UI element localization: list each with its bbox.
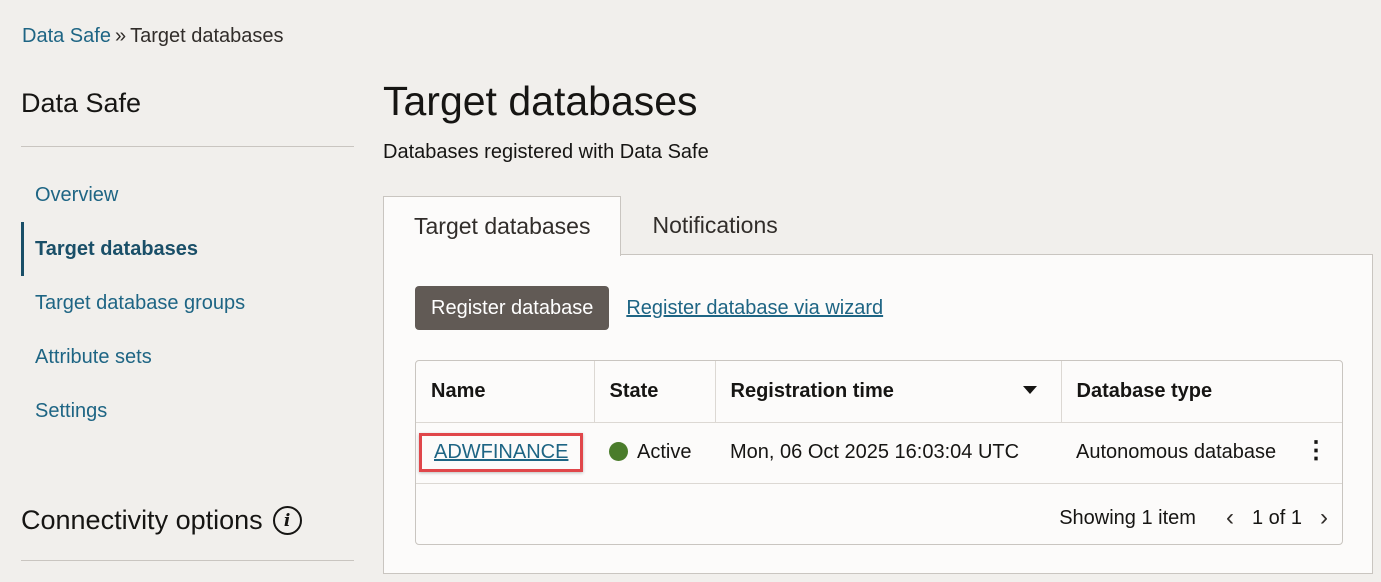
column-header-registration-time[interactable]: Registration time — [715, 361, 1062, 423]
tab-notifications[interactable]: Notifications — [621, 196, 808, 255]
actions-bar: Register database Register database via … — [415, 286, 883, 330]
register-database-wizard-link[interactable]: Register database via wizard — [626, 297, 883, 320]
column-header-database-type[interactable]: Database type — [1061, 361, 1342, 423]
main-content: Target databases Databases registered wi… — [383, 78, 1373, 574]
table-header-row: Name State Registration time Database ty… — [416, 361, 1342, 423]
column-header-registration-time-label: Registration time — [730, 379, 894, 402]
page-subtitle: Databases registered with Data Safe — [383, 141, 709, 163]
sidebar-item-target-database-groups[interactable]: Target database groups — [21, 276, 354, 330]
page-title: Target databases — [383, 78, 698, 124]
status-active-icon — [609, 442, 628, 461]
cell-state: Active — [594, 422, 715, 484]
database-type-label: Autonomous database — [1076, 441, 1277, 463]
target-databases-table: Name State Registration time Database ty… — [415, 360, 1343, 545]
breadcrumb-current: Target databases — [130, 25, 284, 47]
table-row: ADWFINANCE Active Mon, 06 Oct 2025 16:03… — [416, 422, 1342, 484]
sidebar: Data Safe Overview Target databases Targ… — [21, 88, 354, 438]
pagination: Showing 1 item ‹ 1 of 1 › — [1059, 504, 1332, 532]
row-actions-kebab-icon[interactable]: ⋮ — [1304, 439, 1328, 463]
chevron-left-icon[interactable]: ‹ — [1222, 504, 1238, 532]
sidebar-nav: Overview Target databases Target databas… — [21, 168, 354, 438]
sidebar-item-target-databases[interactable]: Target databases — [21, 222, 354, 276]
tab-target-databases[interactable]: Target databases — [383, 196, 622, 256]
chevron-right-icon[interactable]: › — [1316, 504, 1332, 532]
cell-registration-time: Mon, 06 Oct 2025 16:03:04 UTC — [715, 422, 1061, 484]
column-header-name[interactable]: Name — [416, 361, 595, 423]
connectivity-options-section: Connectivity options i — [21, 505, 354, 561]
breadcrumb: Data Safe» Target databases — [22, 25, 284, 48]
sort-descending-icon[interactable] — [1022, 385, 1037, 394]
tab-panel: Register database Register database via … — [383, 254, 1373, 574]
register-database-button[interactable]: Register database — [415, 286, 610, 330]
sidebar-item-overview[interactable]: Overview — [21, 168, 354, 222]
sidebar-item-settings[interactable]: Settings — [21, 384, 354, 438]
connectivity-options-title: Connectivity options — [21, 505, 263, 535]
cell-database-type: Autonomous database ⋮ — [1061, 422, 1342, 484]
status-label: Active — [637, 441, 692, 463]
sidebar-item-attribute-sets[interactable]: Attribute sets — [21, 330, 354, 384]
tab-bar: Target databases Notifications — [383, 196, 809, 256]
info-icon[interactable]: i — [272, 506, 302, 535]
breadcrumb-separator: » — [114, 25, 127, 47]
cell-name: ADWFINANCE — [416, 422, 594, 484]
database-name-link[interactable]: ADWFINANCE — [419, 433, 584, 472]
pagination-page: 1 of 1 — [1251, 506, 1302, 529]
pagination-summary: Showing 1 item — [1059, 506, 1196, 529]
column-header-state[interactable]: State — [594, 361, 716, 423]
breadcrumb-data-safe-link[interactable]: Data Safe — [22, 25, 111, 47]
sidebar-title: Data Safe — [21, 88, 354, 147]
